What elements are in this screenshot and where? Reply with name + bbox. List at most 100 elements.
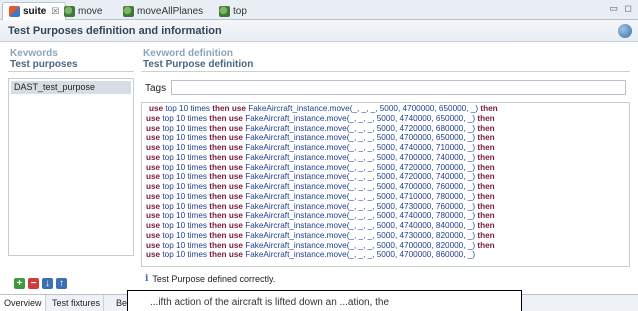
tab-moveallplanes[interactable]: moveAllPlanes (117, 2, 209, 20)
info-icon: i (145, 274, 149, 284)
keyword-token: use (146, 240, 161, 250)
keyword-token: then (477, 230, 495, 240)
keyword-token: then use (209, 250, 243, 260)
list-item[interactable]: DAST_test_purpose (11, 81, 131, 94)
help-icon[interactable] (618, 24, 632, 38)
code-line: use top 10 times then use FakeAircraft_i… (146, 163, 629, 173)
code-token: top 10 times (160, 230, 210, 240)
code-line: use top 10 times then use FakeAircraft_i… (146, 104, 629, 114)
keyword-token: then (477, 201, 495, 211)
tags-label: Tags (145, 83, 167, 94)
code-line: use top 10 times then use FakeAircraft_i… (146, 250, 629, 260)
code-token: top 10 times (160, 172, 210, 182)
test-icon (123, 5, 134, 17)
tab-label: top (233, 5, 247, 17)
keyword-token: then use (209, 182, 243, 191)
keyword-token: then (477, 221, 495, 230)
test-purposes-panel: Keywords Test purposes DAST_test_purpose… (8, 48, 134, 289)
keyword-token: use (146, 201, 161, 211)
code-token: top 10 times (160, 201, 210, 211)
code-token: top 10 times (160, 211, 210, 221)
code-token: top 10 times (160, 143, 210, 152)
tab-move[interactable]: move (58, 2, 108, 20)
tab-top[interactable]: top (213, 2, 253, 20)
test-purpose-editor[interactable]: use top 10 times then use FakeAircraft_i… (141, 102, 630, 267)
code-token: FakeAircraft_instance.move(_, _, _, 5000… (242, 143, 478, 152)
keyword-token: then use (209, 133, 243, 143)
tab-suite[interactable]: suite ☒ (2, 2, 67, 20)
code-token: FakeAircraft_instance.move(_, _, _, 5000… (242, 152, 478, 162)
list-buttons: + − ↓ ↑ (14, 278, 67, 289)
keyword-token: then use (209, 201, 243, 211)
keyword-token: use (146, 162, 161, 172)
code-token: FakeAircraft_instance.move(_, _, _, 5000… (242, 191, 478, 201)
keyword-token: then use (209, 152, 243, 162)
keyword-token: then (477, 152, 495, 162)
definition-panel: Keyword definition Test Purpose definiti… (141, 48, 630, 288)
annotation-callout: ...ifth action of the aircraft is lifted… (127, 290, 522, 311)
code-token: FakeAircraft_instance.move(_, _, _, 5000… (242, 230, 478, 240)
suite-icon (9, 6, 20, 17)
code-token: top 10 times (160, 250, 210, 260)
keyword-token: then use (209, 240, 243, 250)
keyword-token: then use (209, 113, 243, 123)
code-token: FakeAircraft_instance.move(_, _, _, 5000… (242, 240, 478, 250)
keyword-token: then (477, 143, 495, 152)
keyword-token: use (146, 133, 161, 143)
code-token: FakeAircraft_instance.move(_, _, _, 5000… (242, 250, 476, 260)
move-up-button[interactable]: ↑ (56, 278, 67, 289)
code-token: top 10 times (160, 152, 210, 162)
keyword-token: then use (209, 123, 243, 133)
code-token: top 10 times (160, 240, 210, 250)
tags-input[interactable] (171, 80, 626, 95)
keyword-token: then use (209, 143, 243, 152)
window-controls[interactable]: ▭ ◻ (610, 3, 634, 14)
tab-label: move (78, 5, 103, 17)
code-line: use top 10 times then use FakeAircraft_i… (146, 231, 629, 241)
status-text: Test Purpose defined correctly. (152, 274, 276, 284)
code-line: use top 10 times then use FakeAircraft_i… (146, 153, 629, 163)
tab-test-fixtures[interactable]: Test fixtures (48, 295, 105, 311)
keyword-token: use (146, 250, 161, 260)
keyword-token: then (477, 113, 495, 123)
code-line: use top 10 times then use FakeAircraft_i… (146, 114, 629, 124)
code-token: FakeAircraft_instance.move(_, _, _, 5000… (242, 201, 478, 211)
page-title: Test Purposes definition and information (8, 25, 222, 37)
keyword-token: then (477, 172, 495, 182)
code-line: use top 10 times then use FakeAircraft_i… (146, 211, 629, 221)
tab-overview[interactable]: Overview (0, 295, 46, 311)
test-icon (64, 5, 75, 17)
test-purposes-heading: Test purposes (8, 56, 134, 72)
code-line: use top 10 times then use FakeAircraft_i… (146, 241, 629, 251)
code-token: FakeAircraft_instance.move(_, _, _, 5000… (242, 221, 478, 230)
move-down-button[interactable]: ↓ (42, 278, 53, 289)
test-icon (219, 5, 230, 17)
keyword-token: then use (209, 172, 243, 182)
code-token: FakeAircraft_instance.move(_, _, _, 5000… (242, 123, 478, 133)
remove-button[interactable]: − (28, 278, 39, 289)
code-token: FakeAircraft_instance.move(_, _, _, 5000… (242, 182, 478, 191)
section-header: Test Purposes definition and information (0, 20, 638, 42)
keyword-token: use (146, 221, 161, 230)
keyword-token: use (149, 104, 164, 113)
code-line: use top 10 times then use FakeAircraft_i… (146, 182, 629, 192)
add-button[interactable]: + (14, 278, 25, 289)
keyword-token: then (477, 191, 495, 201)
test-purpose-definition-heading: Test Purpose definition (141, 56, 630, 72)
code-line: use top 10 times then use FakeAircraft_i… (146, 124, 629, 134)
keyword-token: then use (209, 211, 243, 221)
keyword-token: use (146, 152, 161, 162)
keyword-token: then use (209, 191, 243, 201)
keyword-token: use (146, 143, 161, 152)
keyword-token: then (477, 240, 495, 250)
code-token: FakeAircraft_instance.move(_, _, _, 5000… (242, 172, 478, 182)
code-token: top 10 times (163, 104, 213, 113)
test-purposes-list[interactable]: DAST_test_purpose (8, 78, 134, 256)
keyword-definition-heading: Keyword definition (143, 48, 233, 56)
keyword-token: then (477, 133, 495, 143)
code-token: FakeAircraft_instance.move(_, _, _, 5000… (242, 162, 478, 172)
keyword-token: use (146, 191, 161, 201)
keyword-token: then (480, 104, 498, 113)
editor-tab-bar: suite ☒ move moveAllPlanes top ▭ ◻ (0, 0, 638, 20)
keywords-heading: Keywords (10, 48, 58, 56)
